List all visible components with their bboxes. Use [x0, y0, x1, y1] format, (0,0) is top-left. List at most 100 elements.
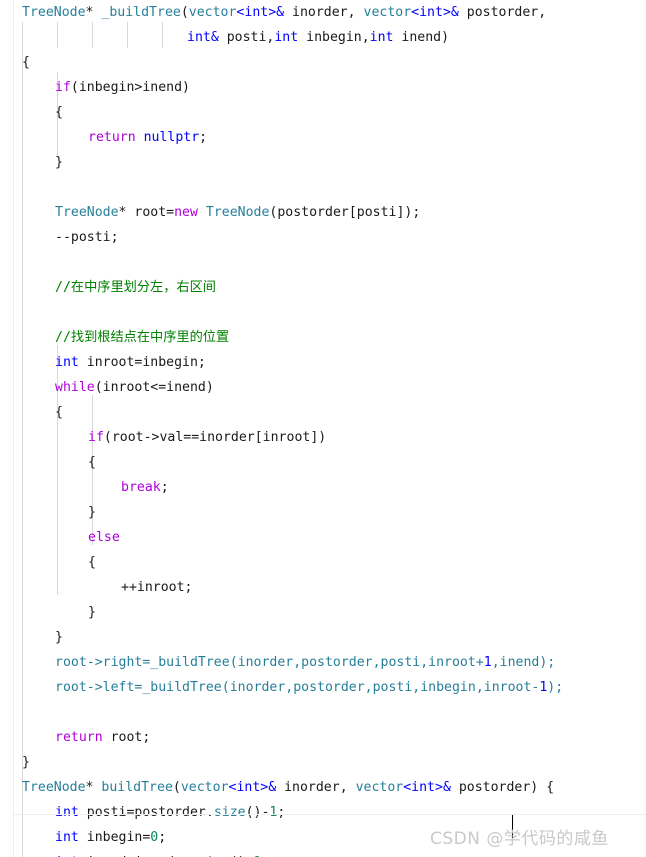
- code-line[interactable]: int& posti,int inbegin,int inend): [0, 25, 646, 50]
- code-token: 1: [483, 655, 492, 670]
- code-token: int: [411, 780, 435, 795]
- code-line[interactable]: //找到根结点在中序里的位置: [0, 325, 646, 350]
- code-token: inroot=inbegin;: [78, 355, 206, 370]
- code-line[interactable]: root->left=_buildTree(inorder,postorder,…: [0, 675, 646, 700]
- csdn-watermark: CSDN @学代码的咸鱼: [430, 829, 609, 849]
- code-token: int: [55, 355, 79, 370]
- code-token: _buildTree: [101, 5, 181, 20]
- code-line[interactable]: if(inbegin>inend): [0, 75, 646, 100]
- code-line[interactable]: [0, 700, 646, 725]
- code-token: //找到根结点在中序里的位置: [55, 330, 230, 345]
- code-line[interactable]: int inroot=inbegin;: [0, 350, 646, 375]
- code-line[interactable]: [0, 300, 646, 325]
- code-token: ++inroot;: [121, 580, 193, 595]
- code-token: new: [174, 205, 198, 220]
- code-line[interactable]: return root;: [0, 725, 646, 750]
- code-line[interactable]: TreeNode* _buildTree(vector<int>& inorde…: [0, 0, 646, 25]
- code-token: ;: [160, 480, 169, 495]
- code-line[interactable]: {: [0, 50, 646, 75]
- code-token: postorder) {: [450, 780, 555, 795]
- code-token: //在中序里划分左，右区间: [55, 280, 216, 295]
- code-token: &: [442, 780, 451, 795]
- code-line[interactable]: --posti;: [0, 225, 646, 250]
- code-token: }: [22, 755, 30, 770]
- code-token: _buildTree: [142, 680, 222, 695]
- code-token: (inbegin>inend): [70, 80, 190, 95]
- code-token: inorder,: [276, 780, 356, 795]
- code-line[interactable]: {: [0, 550, 646, 575]
- code-token: >: [435, 780, 443, 795]
- code-token: while: [55, 380, 95, 395]
- code-token: }: [55, 630, 63, 645]
- code-token: {: [55, 105, 63, 120]
- code-token: * root=: [118, 205, 175, 220]
- code-token: size: [213, 805, 246, 820]
- code-line[interactable]: //在中序里划分左，右区间: [0, 275, 646, 300]
- code-token: int: [236, 780, 261, 795]
- code-token: TreeNode: [205, 205, 270, 220]
- code-token: posti,: [218, 30, 275, 45]
- code-line[interactable]: }: [0, 750, 646, 775]
- code-line[interactable]: [0, 250, 646, 275]
- code-line[interactable]: return nullptr;: [0, 125, 646, 150]
- code-token: return: [55, 730, 103, 745]
- code-token: break: [121, 480, 161, 495]
- code-token: &: [450, 5, 459, 20]
- code-token: else: [88, 530, 120, 545]
- code-line[interactable]: {: [0, 450, 646, 475]
- code-token: inbegin,: [298, 30, 370, 45]
- code-token: TreeNode: [22, 780, 86, 795]
- code-token: ()-: [245, 805, 270, 820]
- code-token: int: [55, 805, 79, 820]
- code-token: (inroot<=inend): [94, 380, 214, 395]
- code-token: >: [268, 5, 277, 20]
- code-token: return: [88, 130, 136, 145]
- code-token: int: [274, 30, 299, 45]
- code-token: vector: [363, 5, 412, 20]
- code-token: &: [210, 30, 219, 45]
- code-token: >: [442, 5, 451, 20]
- code-token: if: [55, 80, 71, 95]
- code-token: *: [85, 5, 102, 20]
- code-token: TreeNode: [22, 5, 86, 20]
- code-token: (: [172, 780, 181, 795]
- code-token: <: [403, 780, 412, 795]
- code-token: int: [55, 830, 79, 845]
- code-token: {: [88, 555, 96, 570]
- code-line[interactable]: break;: [0, 475, 646, 500]
- code-line[interactable]: root->right=_buildTree(inorder,postorder…: [0, 650, 646, 675]
- code-line[interactable]: TreeNode* buildTree(vector<int>& inorder…: [0, 775, 646, 800]
- code-token: (: [180, 5, 189, 20]
- code-line[interactable]: {: [0, 100, 646, 125]
- code-line[interactable]: if(root->val==inorder[inroot]): [0, 425, 646, 450]
- code-token: int: [419, 5, 443, 20]
- code-line[interactable]: }: [0, 500, 646, 525]
- code-token: vector: [188, 5, 237, 20]
- code-token: &: [268, 780, 277, 795]
- code-editor[interactable]: TreeNode* _buildTree(vector<int>& inorde…: [0, 0, 646, 857]
- code-token: inend): [393, 30, 450, 45]
- code-token: _buildTree: [150, 655, 230, 670]
- code-line[interactable]: {: [0, 400, 646, 425]
- code-token: buildTree: [101, 780, 173, 795]
- code-line[interactable]: while(inroot<=inend): [0, 375, 646, 400]
- line-separator: [14, 814, 646, 815]
- code-line[interactable]: [0, 175, 646, 200]
- code-line[interactable]: }: [0, 150, 646, 175]
- code-line[interactable]: TreeNode* root=new TreeNode(postorder[po…: [0, 200, 646, 225]
- code-token: inbegin=: [78, 830, 151, 845]
- code-token: (inorder,postorder,posti,inroot+: [229, 655, 484, 670]
- code-token: root;: [102, 730, 151, 745]
- code-token: int: [187, 30, 211, 45]
- code-line[interactable]: }: [0, 600, 646, 625]
- code-token: &: [276, 5, 285, 20]
- code-content[interactable]: TreeNode* _buildTree(vector<int>& inorde…: [0, 0, 646, 857]
- code-token: --posti;: [55, 230, 119, 245]
- code-token: root->right=: [55, 655, 151, 670]
- code-line[interactable]: int posti=postorder.size()-1;: [0, 800, 646, 825]
- code-line[interactable]: ++inroot;: [0, 575, 646, 600]
- code-line[interactable]: else: [0, 525, 646, 550]
- code-line[interactable]: }: [0, 625, 646, 650]
